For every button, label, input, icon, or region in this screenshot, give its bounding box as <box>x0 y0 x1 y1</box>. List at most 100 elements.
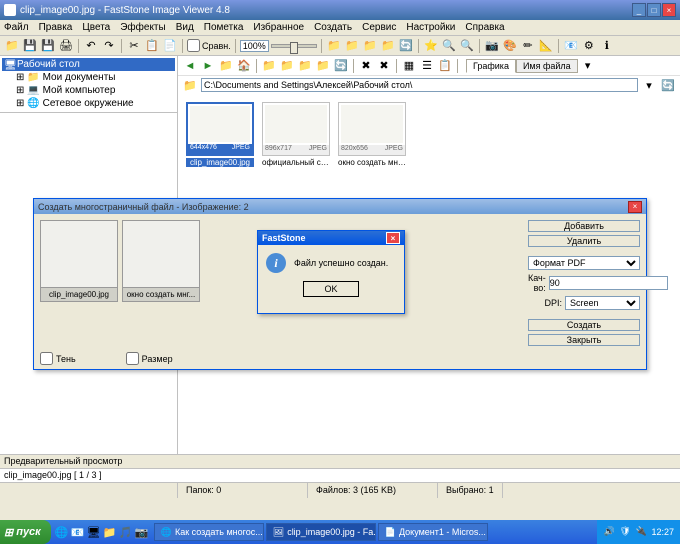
ql-icon[interactable]: 📧 <box>71 525 85 539</box>
delete-button[interactable]: Удалить <box>528 235 640 247</box>
undo-icon[interactable]: ↶ <box>83 38 99 54</box>
menu-create[interactable]: Создать <box>314 22 352 33</box>
ql-icon[interactable]: 🎵 <box>119 525 133 539</box>
dialog-thumb[interactable]: окно создать мнг... <box>122 220 200 346</box>
tray-icon[interactable]: 🛡 <box>619 526 631 538</box>
tool-icon[interactable]: ✏ <box>520 38 536 54</box>
dropdown-icon[interactable]: ▾ <box>580 58 596 74</box>
tool-icon[interactable]: 🔄 <box>398 38 414 54</box>
menu-favorites[interactable]: Избранное <box>253 22 304 33</box>
tool-icon[interactable]: 🔍 <box>441 38 457 54</box>
tool-icon[interactable]: 📁 <box>362 38 378 54</box>
refresh-icon[interactable]: 🔄 <box>660 77 676 93</box>
tool-icon[interactable]: 📁 <box>326 38 342 54</box>
shadow-checkbox[interactable]: Тень <box>40 352 76 365</box>
print-icon[interactable]: 🖨 <box>58 38 74 54</box>
zoom-slider[interactable] <box>271 44 317 48</box>
tool-icon[interactable]: 📷 <box>484 38 500 54</box>
dialog-titlebar[interactable]: Создать многостраничный файл - Изображен… <box>34 199 646 214</box>
tab-graphics[interactable]: Графика <box>466 59 516 73</box>
task-button[interactable]: 🖼 clip_image00.jpg - Fa... <box>266 523 376 541</box>
tool-icon[interactable]: ⭐ <box>423 38 439 54</box>
tool-icon[interactable]: 🔍 <box>459 38 475 54</box>
nav-icon[interactable]: 📁 <box>279 58 295 74</box>
save-as-icon[interactable]: 💾 <box>40 38 56 54</box>
quality-input[interactable] <box>549 276 668 290</box>
menu-service[interactable]: Сервис <box>362 22 396 33</box>
create-button[interactable]: Создать <box>528 319 640 331</box>
tree-item[interactable]: ⊞ 🌐 Сетевое окружение <box>2 97 175 110</box>
view-icon[interactable]: 📋 <box>437 58 453 74</box>
save-icon[interactable]: 💾 <box>22 38 38 54</box>
nav-icon[interactable]: 📁 <box>297 58 313 74</box>
task-button[interactable]: 📄 Документ1 - Micros... <box>378 523 488 541</box>
thumbnail-item[interactable]: 820x656JPEG окно создать многос... <box>338 102 406 167</box>
tree-root[interactable]: 🖥 Рабочий стол <box>2 58 175 71</box>
zoom-value[interactable]: 100% <box>240 40 269 52</box>
menu-view[interactable]: Вид <box>176 22 194 33</box>
nav-icon[interactable]: ✖ <box>358 58 374 74</box>
quality-label: Кач-во: <box>528 273 546 293</box>
view-icon[interactable]: ☰ <box>419 58 435 74</box>
close-button[interactable]: × <box>662 3 676 17</box>
minimize-button[interactable]: _ <box>632 3 646 17</box>
tab-filename[interactable]: Имя файла <box>516 59 578 73</box>
view-icon[interactable]: ▦ <box>401 58 417 74</box>
thumbnail-item[interactable]: 896x717JPEG официальный сайт.jpg <box>262 102 330 167</box>
size-checkbox[interactable]: Размер <box>126 352 173 365</box>
thumbnail-item[interactable]: 644x476JPEG clip_image00.jpg <box>186 102 254 167</box>
ql-icon[interactable]: 📷 <box>135 525 149 539</box>
tool-icon[interactable]: 🎨 <box>502 38 518 54</box>
tray-icon[interactable]: 🔊 <box>603 526 615 538</box>
folder-icon[interactable]: 📁 <box>4 38 20 54</box>
tool-icon[interactable]: 📁 <box>344 38 360 54</box>
menu-edit[interactable]: Правка <box>39 22 73 33</box>
refresh-icon[interactable]: 🔄 <box>333 58 349 74</box>
go-icon[interactable]: ▾ <box>641 77 657 93</box>
ok-button[interactable]: OK <box>303 281 359 297</box>
clock[interactable]: 12:27 <box>651 527 674 537</box>
ql-icon[interactable]: 🖥 <box>87 525 101 539</box>
dialog-thumb[interactable]: clip_image00.jpg <box>40 220 118 346</box>
tree-item[interactable]: ⊞ 💻 Мой компьютер <box>2 84 175 97</box>
nav-icon[interactable]: 📁 <box>315 58 331 74</box>
dpi-select[interactable]: Screen <box>565 296 640 310</box>
task-button[interactable]: 🌐 Как создать многос... <box>154 523 264 541</box>
back-icon[interactable]: ◄ <box>182 58 198 74</box>
menu-file[interactable]: Файл <box>4 22 29 33</box>
tool-icon[interactable]: 📧 <box>563 38 579 54</box>
nav-icon[interactable]: ✖ <box>376 58 392 74</box>
close-icon[interactable]: × <box>386 232 400 244</box>
forward-icon[interactable]: ► <box>200 58 216 74</box>
menu-colors[interactable]: Цвета <box>82 22 110 33</box>
up-icon[interactable]: 📁 <box>218 58 234 74</box>
close-button[interactable]: Закрыть <box>528 334 640 346</box>
compare-checkbox[interactable] <box>187 39 200 52</box>
tree-item[interactable]: ⊞ 📁 Мои документы <box>2 71 175 84</box>
ql-icon[interactable]: 🌐 <box>55 525 69 539</box>
maximize-button[interactable]: □ <box>647 3 661 17</box>
copy-icon[interactable]: 📋 <box>144 38 160 54</box>
tray-icon[interactable]: 🔌 <box>635 526 647 538</box>
tool-icon[interactable]: 📁 <box>380 38 396 54</box>
home-icon[interactable]: 🏠 <box>236 58 252 74</box>
close-icon[interactable]: × <box>628 201 642 213</box>
add-button[interactable]: Добавить <box>528 220 640 232</box>
start-button[interactable]: ⊞ пуск <box>0 520 51 544</box>
format-select[interactable]: Формат PDF <box>528 256 640 270</box>
path-input[interactable] <box>201 78 638 92</box>
tool-icon[interactable]: ℹ <box>599 38 615 54</box>
msgbox-titlebar[interactable]: FastStone × <box>258 231 404 245</box>
menu-effects[interactable]: Эффекты <box>120 22 165 33</box>
nav-icon[interactable]: 📁 <box>261 58 277 74</box>
tool-icon[interactable]: ⚙ <box>581 38 597 54</box>
menu-mark[interactable]: Пометка <box>204 22 244 33</box>
cut-icon[interactable]: ✂ <box>126 38 142 54</box>
redo-icon[interactable]: ↷ <box>101 38 117 54</box>
menu-help[interactable]: Справка <box>465 22 504 33</box>
menu-settings[interactable]: Настройки <box>406 22 455 33</box>
menubar: Файл Правка Цвета Эффекты Вид Пометка Из… <box>0 20 680 36</box>
paste-icon[interactable]: 📄 <box>162 38 178 54</box>
ql-icon[interactable]: 📁 <box>103 525 117 539</box>
tool-icon[interactable]: 📐 <box>538 38 554 54</box>
